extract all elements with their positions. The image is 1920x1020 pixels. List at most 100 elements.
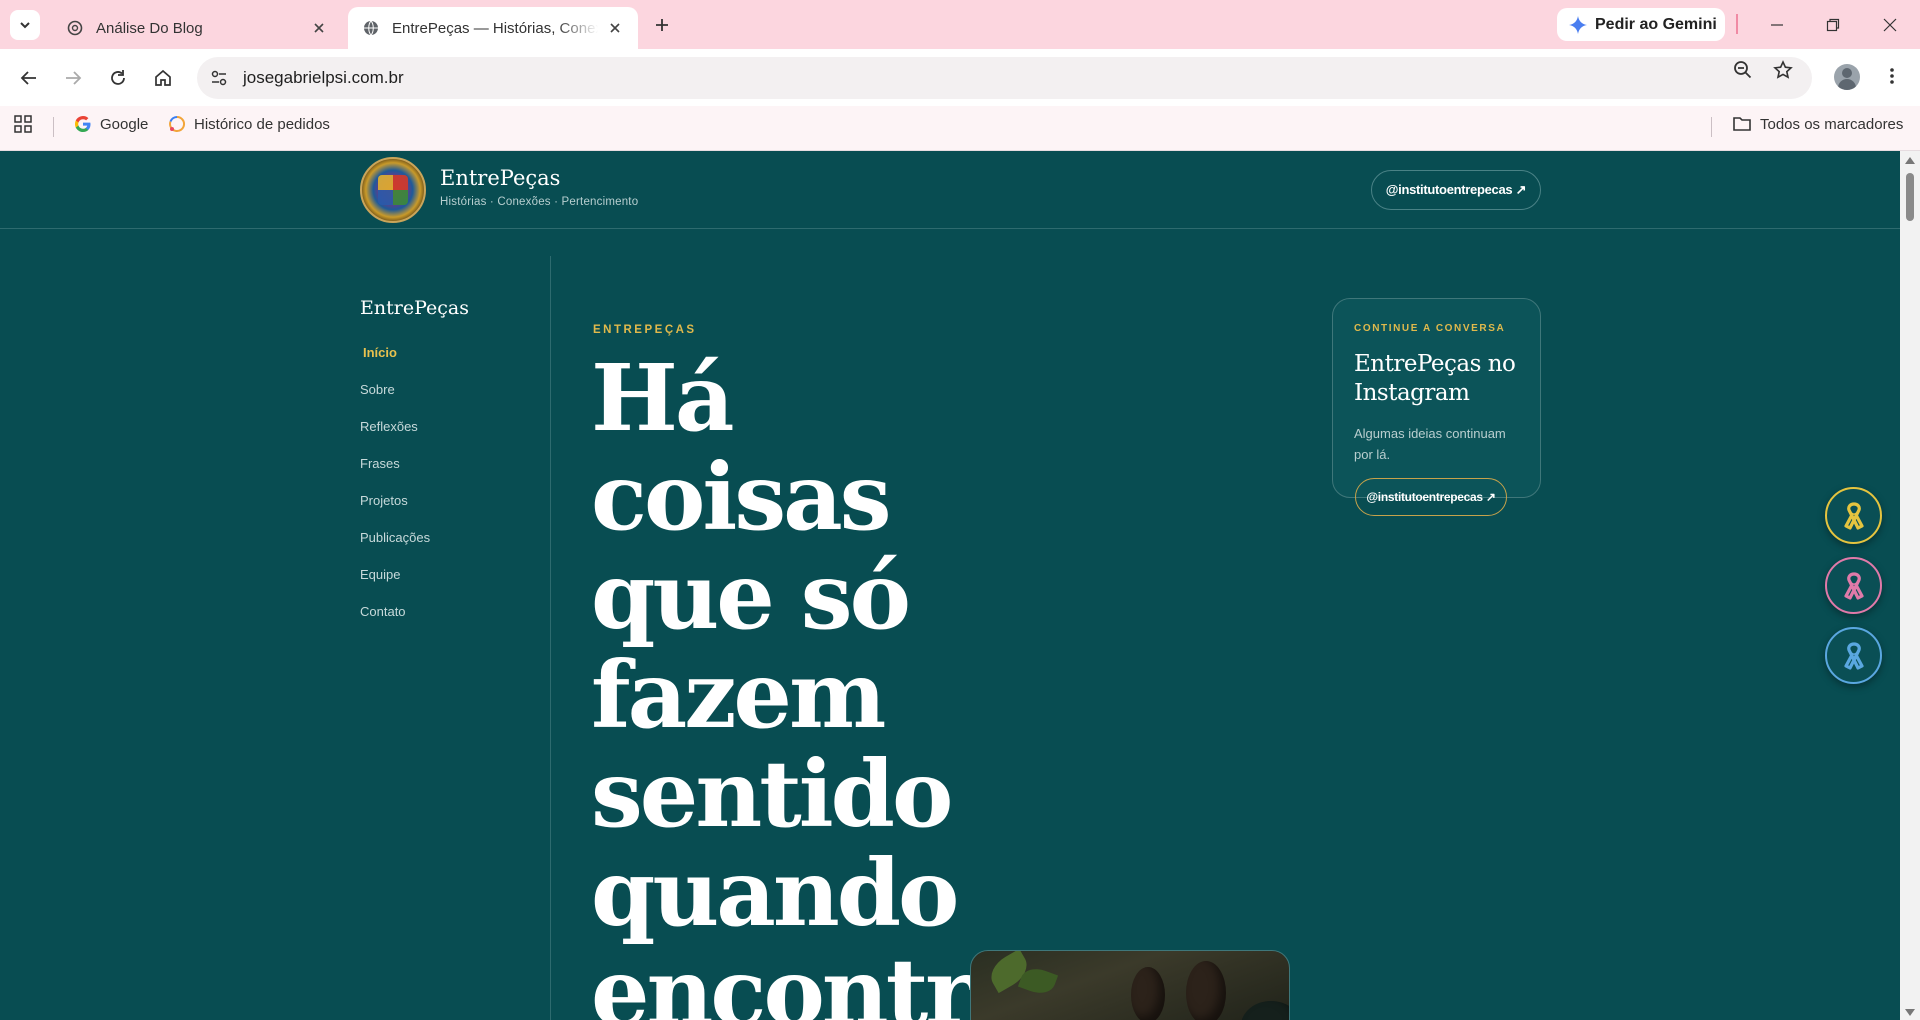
bookmark-label: Histórico de pedidos	[194, 115, 330, 133]
reload-button[interactable]	[103, 63, 133, 93]
home-button[interactable]	[148, 63, 178, 93]
hero-line: que só	[591, 542, 911, 650]
site-info-icon[interactable]	[207, 66, 231, 90]
tab-title: Análise Do Blog	[96, 19, 203, 37]
hero-line: quando	[591, 839, 959, 947]
card-title: EntrePeças no Instagram	[1354, 351, 1516, 406]
tab-title: EntrePeças — Histórias, Conexões e Perte…	[392, 19, 598, 37]
apps-grid-icon	[14, 115, 32, 133]
scrollbar-thumb[interactable]	[1906, 173, 1914, 221]
arrow-left-icon	[20, 71, 36, 85]
bookmarks-bar: Google Histórico de pedidos Todos os mar…	[0, 106, 1920, 151]
page-scrollbar[interactable]	[1900, 151, 1920, 1020]
hero-line: Há	[591, 344, 735, 452]
sidebar-nav: Início Sobre Reflexões Frases Projetos P…	[360, 345, 430, 641]
sidebar-item-equipe[interactable]: Equipe	[360, 567, 430, 604]
star-icon	[1773, 60, 1793, 79]
tab-analise-do-blog[interactable]: Análise Do Blog	[52, 7, 342, 49]
sidebar-item-reflexoes[interactable]: Reflexões	[360, 419, 430, 456]
sidebar-item-contato[interactable]: Contato	[360, 604, 430, 641]
hero-line: fazem	[591, 641, 886, 749]
header-instagram-link[interactable]: @institutoentrepecas ↗	[1371, 170, 1541, 210]
brand-name[interactable]: EntrePeças	[440, 166, 560, 190]
hero-line: coisas	[591, 443, 892, 551]
tab-entrepecas[interactable]: EntrePeças — Histórias, Conexões e Perte…	[348, 7, 638, 49]
close-icon	[1883, 18, 1897, 32]
yellow-ribbon-icon	[1843, 501, 1864, 530]
entrepecas-logo[interactable]	[360, 157, 426, 223]
zoom-button[interactable]	[1731, 58, 1755, 82]
brand-tagline: Histórias · Conexões · Pertencimento	[440, 196, 639, 208]
tab-strip: Análise Do Blog EntrePeças — Histórias, …	[0, 0, 1920, 49]
sidebar-item-frases[interactable]: Frases	[360, 456, 430, 493]
plus-icon	[656, 19, 668, 31]
puzzle-icon	[378, 175, 408, 205]
hero-photo	[970, 950, 1290, 1020]
card-text: Algumas ideias continuam por lá.	[1354, 426, 1506, 462]
bookmark-star-button[interactable]	[1771, 58, 1795, 82]
bookmark-google[interactable]: Google	[74, 106, 148, 142]
pink-ribbon-icon	[1843, 571, 1864, 600]
url-text[interactable]: josegabrielpsi.com.br	[243, 68, 404, 88]
arrow-right-icon	[66, 71, 82, 85]
close-icon[interactable]	[310, 19, 328, 37]
tab-search-button[interactable]	[10, 10, 40, 40]
google-icon	[75, 116, 91, 132]
all-bookmarks-label: Todos os marcadores	[1760, 115, 1904, 133]
card-instagram-button[interactable]: @institutoentrepecas ↗	[1355, 478, 1507, 516]
apps-button[interactable]	[13, 106, 41, 142]
sidebar-divider	[550, 256, 551, 1020]
minimize-icon	[1771, 24, 1783, 26]
pink-ribbon-button[interactable]	[1825, 557, 1882, 614]
card-eyebrow: CONTINUE A CONVERSA	[1354, 323, 1506, 334]
globe-icon	[364, 20, 378, 36]
blue-ribbon-button[interactable]	[1825, 627, 1882, 684]
gemini-sparkle-icon	[1569, 15, 1587, 34]
reload-icon	[111, 70, 125, 85]
bookmark-label: Google	[100, 115, 149, 133]
profile-avatar[interactable]	[1834, 64, 1860, 90]
bookmark-historico-de-pedidos[interactable]: Histórico de pedidos	[168, 106, 330, 142]
site-header: EntrePeças Histórias · Conexões · Perten…	[0, 151, 1900, 229]
scroll-down-arrow-icon[interactable]	[1905, 1009, 1915, 1016]
scroll-up-arrow-icon[interactable]	[1905, 157, 1915, 164]
browser-toolbar: josegabrielpsi.com.br	[0, 49, 1920, 106]
new-tab-button[interactable]	[650, 13, 674, 37]
hero-eyebrow: ENTREPEÇAS	[593, 324, 697, 336]
web-page: EntrePeças Histórias · Conexões · Perten…	[0, 151, 1900, 1020]
sidebar-title: EntrePeças	[360, 297, 469, 319]
ask-gemini-button[interactable]: Pedir ao Gemini	[1557, 8, 1725, 41]
address-bar[interactable]: josegabrielpsi.com.br	[197, 57, 1812, 99]
forward-button[interactable]	[58, 63, 88, 93]
hero-heading: Há coisas que só fazem sentido quando en…	[591, 349, 1151, 1020]
restore-icon	[1826, 18, 1840, 32]
folder-icon	[1733, 117, 1751, 131]
minimize-button[interactable]	[1765, 13, 1789, 37]
sidebar-item-projetos[interactable]: Projetos	[360, 493, 430, 530]
instagram-card: CONTINUE A CONVERSA EntrePeças no Instag…	[1332, 298, 1541, 516]
bookmarks-separator	[1711, 117, 1712, 137]
close-window-button[interactable]	[1878, 13, 1902, 37]
home-icon	[155, 69, 171, 86]
blue-ribbon-icon	[1843, 641, 1864, 670]
restore-button[interactable]	[1821, 13, 1845, 37]
openai-icon	[67, 20, 83, 36]
back-button[interactable]	[14, 63, 44, 93]
sidebar-item-sobre[interactable]: Sobre	[360, 382, 430, 419]
bookmarks-separator	[53, 117, 54, 137]
sidebar-item-inicio[interactable]: Início	[360, 345, 430, 382]
yellow-ribbon-button[interactable]	[1825, 487, 1882, 544]
all-bookmarks-button[interactable]: Todos os marcadores	[1732, 106, 1903, 142]
close-icon[interactable]	[606, 19, 624, 37]
ask-gemini-label: Pedir ao Gemini	[1595, 15, 1717, 33]
zoom-out-icon	[1734, 61, 1752, 79]
orders-history-icon	[169, 115, 186, 132]
more-vertical-icon	[1890, 68, 1894, 84]
browser-menu-button[interactable]	[1880, 64, 1904, 88]
hero-line: sentido	[591, 740, 953, 848]
stone-shape	[1186, 961, 1226, 1020]
chevron-down-icon	[20, 22, 30, 29]
stone-shape	[1241, 1001, 1289, 1020]
sidebar-item-publicacoes[interactable]: Publicações	[360, 530, 430, 567]
tab-strip-divider	[1736, 14, 1738, 34]
